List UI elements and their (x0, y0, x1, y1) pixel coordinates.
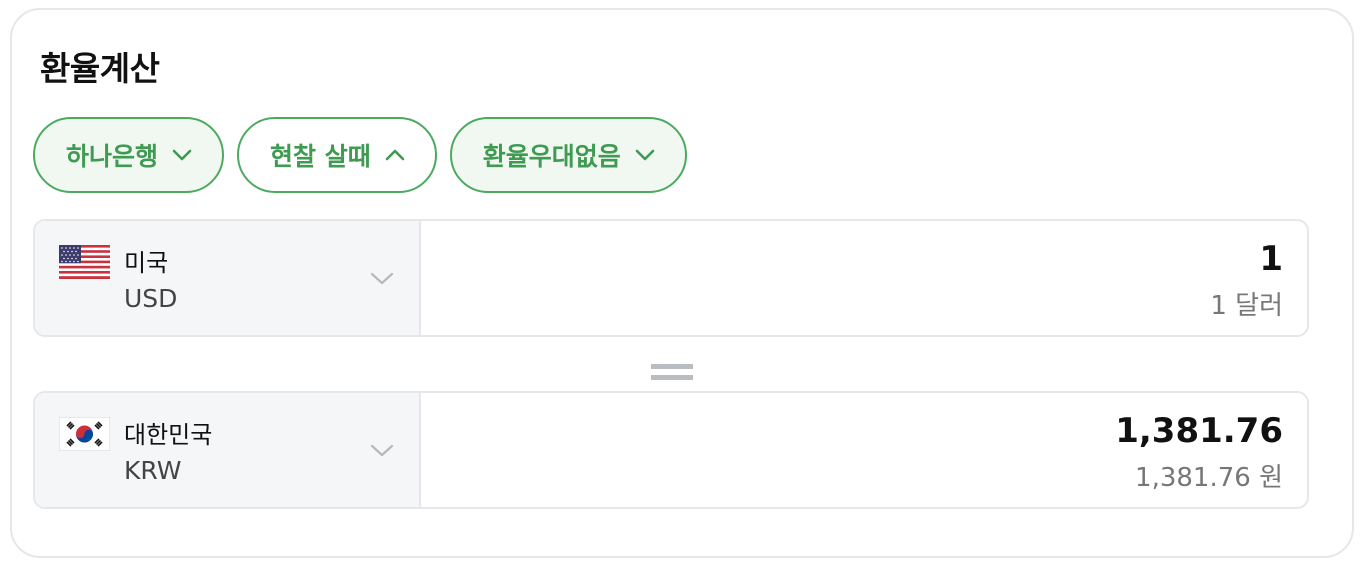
page-title: 환율계산 (40, 49, 160, 88)
to-currency-code: KRW (124, 456, 182, 485)
chevron-down-icon (635, 145, 655, 165)
from-currency-select[interactable]: 미국 USD (35, 221, 421, 335)
bank-chip-label: 하나은행 (66, 142, 159, 171)
kr-flag-icon (59, 417, 110, 451)
to-currency-row: 대한민국 KRW 1,381.76 1,381.76 원 (33, 391, 1309, 509)
transaction-chip-label: 현찰 살때 (270, 142, 371, 171)
to-amount-text: 1,381.76 원 (1135, 463, 1283, 493)
from-amount-field[interactable]: 1 1 달러 (421, 221, 1307, 335)
bank-select-chip[interactable]: 하나은행 (33, 117, 225, 193)
from-currency-code: USD (124, 284, 178, 313)
chevron-down-icon (370, 272, 394, 285)
to-currency-select[interactable]: 대한민국 KRW (35, 393, 421, 507)
preferential-chip-label: 환율우대없음 (482, 142, 621, 171)
equals-icon (651, 364, 693, 380)
from-currency-row: 미국 USD 1 1 달러 (33, 219, 1309, 337)
chevron-up-icon (385, 145, 405, 165)
filter-chips: 하나은행 현찰 살때 환율우대없음 (33, 117, 687, 193)
transaction-type-chip[interactable]: 현찰 살때 (237, 117, 437, 193)
from-amount-value: 1 (1259, 239, 1283, 279)
preferential-rate-chip[interactable]: 환율우대없음 (449, 117, 687, 193)
from-country-name: 미국 (124, 249, 169, 277)
us-flag-icon (59, 245, 110, 279)
from-amount-text: 1 달러 (1210, 291, 1283, 321)
chevron-down-icon (172, 145, 192, 165)
to-amount-value: 1,381.76 (1115, 411, 1283, 451)
to-amount-field[interactable]: 1,381.76 1,381.76 원 (421, 393, 1307, 507)
chevron-down-icon (370, 444, 394, 457)
to-country-name: 대한민국 (124, 421, 213, 449)
